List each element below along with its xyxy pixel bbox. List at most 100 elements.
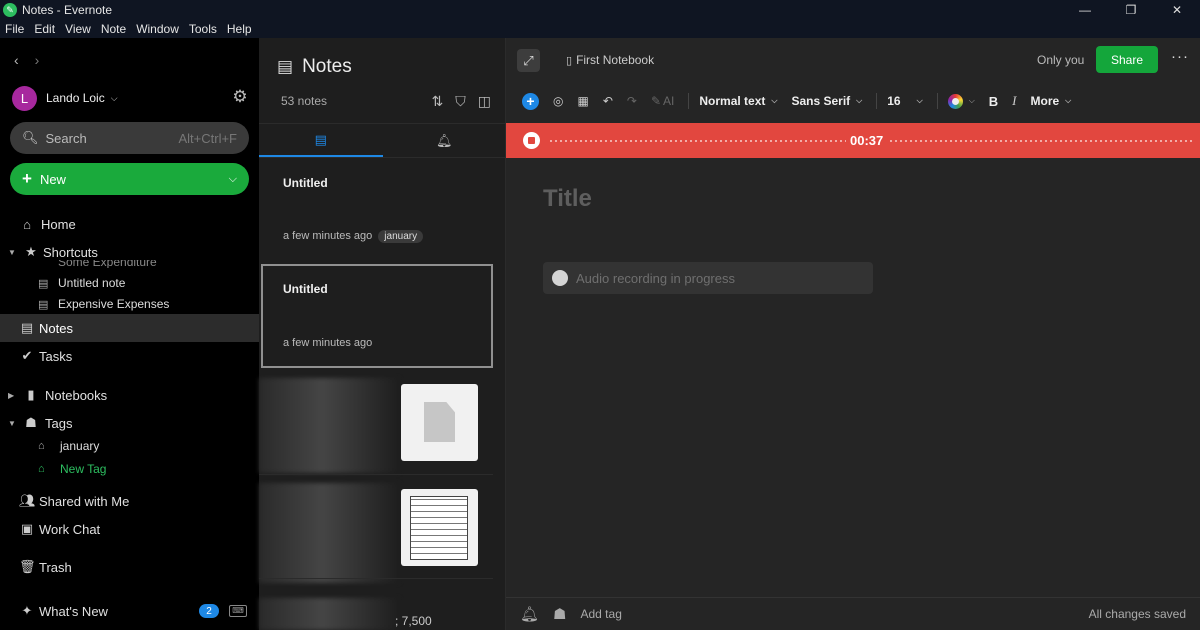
whats-new-badge: 2	[199, 604, 219, 618]
menu-view[interactable]: View	[65, 22, 91, 36]
more-options-icon[interactable]: ···	[1171, 48, 1189, 65]
chevron-down-icon: ⌵	[1065, 96, 1072, 105]
receipt-image	[410, 496, 468, 560]
insert-icon[interactable]: +	[522, 92, 539, 110]
filter-icon[interactable]: ⛉	[455, 93, 466, 110]
stop-recording-button[interactable]	[523, 132, 540, 149]
tag-item-january[interactable]: ⌂ january	[38, 436, 99, 456]
font-dropdown[interactable]: Sans Serif ⌵	[791, 94, 862, 108]
search-icon: 🔍︎	[22, 130, 39, 145]
sidebar-item-work-chat[interactable]: ▣ Work Chat	[0, 515, 259, 543]
notebook-icon: ▯	[566, 54, 573, 67]
divider	[259, 578, 493, 579]
add-tag-icon: ⌂	[38, 463, 45, 475]
notebook-breadcrumb[interactable]: ▯ First Notebook	[566, 53, 654, 67]
sort-icon[interactable]: ⇅	[432, 93, 444, 110]
sidebar-item-whats-new[interactable]: ✦ What's New 2 ⌨	[0, 597, 259, 625]
reminder-bell-icon[interactable]: 🔔︎	[520, 605, 539, 623]
sidebar-item-tasks[interactable]: ✔ Tasks	[0, 342, 259, 370]
chevron-down-icon[interactable]: ⌵	[229, 173, 237, 186]
chevron-down-icon: ⌵	[110, 92, 118, 103]
list-item[interactable]: Untitled a few minutes ago january	[261, 163, 493, 263]
gear-icon[interactable]: ⚙	[230, 87, 250, 107]
notes-icon: ▤	[277, 57, 294, 76]
new-tag-button[interactable]: ⌂ New Tag	[38, 459, 106, 479]
menu-file[interactable]: File	[5, 22, 24, 36]
tab-notes[interactable]: ▤	[259, 124, 383, 157]
caret-down-icon[interactable]: ▼	[8, 248, 18, 257]
blurred-note-preview[interactable]	[259, 483, 399, 583]
close-button[interactable]: ✕	[1154, 0, 1200, 20]
font-size-dropdown[interactable]: 16 ⌵	[887, 94, 922, 108]
more-formatting-dropdown[interactable]: More ⌵	[1031, 94, 1072, 108]
menu-window[interactable]: Window	[136, 22, 179, 36]
sidebar-item-label: Notebooks	[45, 387, 108, 403]
keyboard-icon[interactable]: ⌨	[229, 605, 247, 617]
back-arrow-icon[interactable]: ‹	[14, 52, 19, 68]
sidebar-item-label: Work Chat	[39, 521, 101, 537]
divider	[936, 93, 938, 109]
undo-icon[interactable]: ↶	[603, 94, 613, 108]
text-style-dropdown[interactable]: Normal text ⌵	[699, 94, 777, 108]
share-button[interactable]: Share	[1096, 46, 1158, 73]
star-icon: ★	[25, 244, 37, 259]
italic-button[interactable]: I	[1012, 93, 1016, 109]
sidebar-item-shared[interactable]: 👥︎ Shared with Me	[0, 487, 259, 515]
sidebar: ‹ › L Lando Loic ⌵ ⚙ 🔍︎ Search Alt+Ctrl+…	[0, 38, 259, 630]
search-input[interactable]: 🔍︎ Search Alt+Ctrl+F	[10, 122, 249, 154]
audio-status: Audio recording in progress	[576, 270, 735, 286]
sidebar-item-tags[interactable]: ▼ ☗ Tags	[0, 409, 259, 437]
text-color-dropdown[interactable]: ⌵	[947, 93, 975, 109]
account-switcher[interactable]: L Lando Loic ⌵ ⚙	[12, 85, 250, 111]
check-circle-icon: ✔	[21, 348, 33, 363]
calendar-icon[interactable]: ▦	[577, 94, 588, 108]
font-label: Sans Serif	[791, 94, 851, 108]
expand-icon[interactable]: ⤢	[517, 49, 540, 72]
sidebar-item-label: Shared with Me	[39, 493, 130, 509]
history-nav: ‹ ›	[14, 52, 39, 68]
home-icon: ⌂	[23, 216, 31, 232]
menu-help[interactable]: Help	[227, 22, 252, 36]
caret-down-icon[interactable]: ▼	[8, 419, 18, 428]
minimize-button[interactable]: —	[1062, 0, 1108, 20]
bold-button[interactable]: B	[989, 94, 998, 109]
note-date: a few minutes ago	[283, 337, 373, 349]
sidebar-item-label: What's New	[39, 603, 108, 619]
more-label: More	[1030, 94, 1060, 108]
menu-tools[interactable]: Tools	[189, 22, 217, 36]
restore-button[interactable]: ❐	[1108, 0, 1154, 20]
menu-note[interactable]: Note	[101, 22, 126, 36]
divider	[876, 93, 878, 109]
shortcut-item-expensive-expenses[interactable]: ▤ Expensive Expenses	[38, 294, 169, 314]
ai-button[interactable]: ✎ AI	[651, 94, 674, 108]
shortcut-item-clipped[interactable]: Some Expenditure	[58, 260, 157, 268]
notebook-label: First Notebook	[576, 53, 655, 67]
sidebar-item-label: Tags	[45, 415, 73, 431]
new-note-button[interactable]: + New ⌵	[10, 163, 249, 195]
caret-right-icon[interactable]: ▶	[8, 391, 18, 400]
menu-edit[interactable]: Edit	[34, 22, 55, 36]
sidebar-item-label: Tasks	[39, 348, 73, 364]
note-editor: ⤢ ▯ First Notebook Only you Share ··· + …	[506, 38, 1200, 630]
chevron-down-icon: ⌵	[916, 96, 923, 105]
shortcut-item-untitled-note[interactable]: ▤ Untitled note	[38, 273, 125, 293]
view-layout-icon[interactable]: ◫	[478, 93, 491, 110]
add-tag-icon[interactable]: ☗	[553, 605, 566, 623]
sidebar-item-notes[interactable]: ▤ Notes	[0, 314, 259, 342]
note-tag[interactable]: january	[378, 230, 424, 243]
chevron-down-icon: ⌵	[771, 96, 778, 105]
sidebar-item-home[interactable]: ⌂ Home	[0, 210, 259, 238]
chevron-down-icon: ⌵	[856, 96, 863, 105]
add-tag-input[interactable]: Add tag	[581, 607, 622, 621]
list-item-selected[interactable]: Untitled a few minutes ago	[261, 264, 493, 368]
tab-reminders[interactable]: 🔔︎	[383, 124, 507, 157]
checklist-icon[interactable]: ◎	[553, 94, 563, 108]
blurred-note-preview[interactable]	[259, 598, 399, 630]
redo-icon[interactable]: ↷	[627, 94, 637, 108]
format-toolbar: + ◎ ▦ ↶ ↷ ✎ AI Normal text ⌵ Sans Serif ⌵ 1…	[506, 87, 1200, 115]
sidebar-item-trash[interactable]: 🗑︎ Trash	[0, 553, 259, 581]
sidebar-item-notebooks[interactable]: ▶ ▮ Notebooks	[0, 381, 259, 409]
blurred-note-preview[interactable]	[259, 378, 399, 473]
note-title-input[interactable]: Title	[543, 185, 592, 213]
forward-arrow-icon[interactable]: ›	[35, 52, 40, 68]
